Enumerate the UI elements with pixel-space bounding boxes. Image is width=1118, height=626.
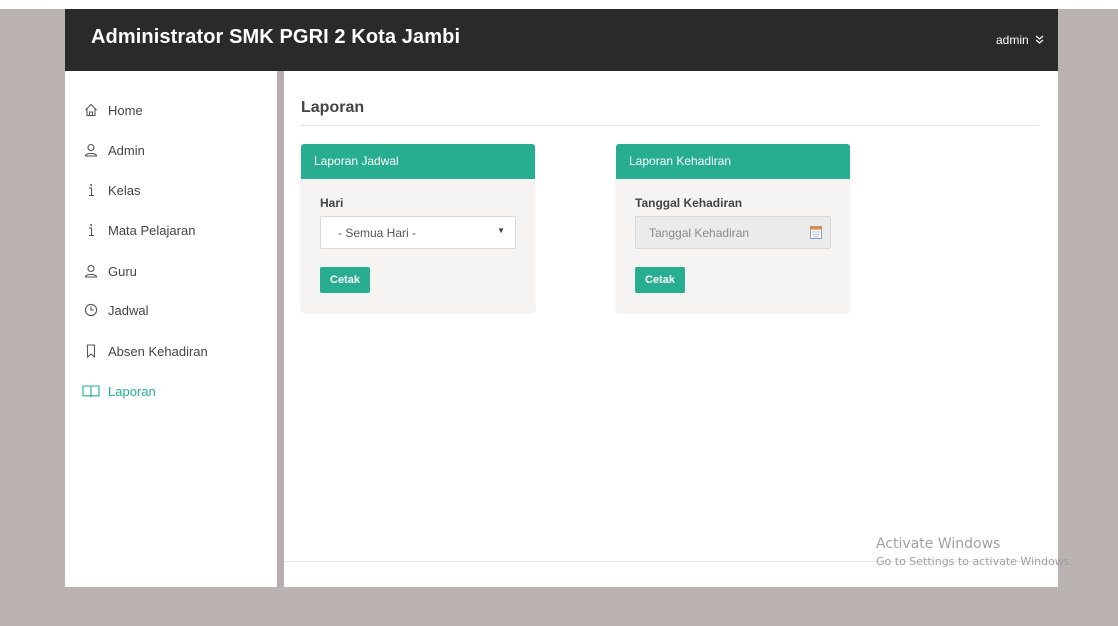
sidebar-item-home[interactable]: Home: [82, 100, 143, 120]
sidebar-divider: [277, 71, 284, 587]
sidebar-item-label: Home: [108, 102, 143, 118]
page-title: Laporan: [301, 99, 365, 116]
user-icon: [82, 263, 100, 279]
sidebar-item-label: Absen Kehadiran: [108, 343, 208, 359]
user-menu[interactable]: admin: [996, 33, 1044, 47]
bookmark-icon: [82, 343, 100, 359]
sidebar-item-label: Admin: [108, 142, 145, 158]
window-top-strip: [0, 0, 1118, 9]
activate-windows-watermark: Activate Windows Go to Settings to activ…: [876, 536, 1073, 568]
sidebar-item-label: Guru: [108, 263, 137, 279]
info-icon: [82, 222, 100, 238]
sidebar: Home Admin Kelas Mata Pelajaran Guru Jad…: [65, 71, 277, 587]
user-name: admin: [995, 33, 1029, 47]
chevron-down-icon: [1035, 35, 1044, 47]
hari-label: Hari: [320, 196, 344, 210]
main-content: Laporan Laporan Jadwal Hari - Semua Hari…: [284, 71, 1058, 587]
sidebar-item-label: Mata Pelajaran: [108, 222, 196, 238]
cetak-jadwal-button[interactable]: Cetak: [320, 267, 370, 293]
sidebar-item-guru[interactable]: Guru: [82, 261, 137, 281]
user-icon: [82, 142, 100, 158]
clock-icon: [82, 302, 100, 318]
watermark-title: Activate Windows: [876, 536, 1001, 552]
app-title: Administrator SMK PGRI 2 Kota Jambi: [91, 26, 461, 48]
sidebar-item-label: Kelas: [108, 182, 141, 198]
calendar-icon[interactable]: [810, 225, 822, 239]
caret-down-icon: ▼: [497, 226, 505, 235]
sidebar-item-jadwal[interactable]: Jadwal: [82, 300, 148, 320]
tanggal-kehadiran-input[interactable]: Tanggal Kehadiran: [635, 216, 831, 249]
tanggal-kehadiran-placeholder: Tanggal Kehadiran: [649, 226, 750, 240]
laporan-kehadiran-panel: Laporan Kehadiran Tanggal Kehadiran Tang…: [616, 144, 850, 312]
sidebar-item-absen-kehadiran[interactable]: Absen Kehadiran: [82, 341, 208, 361]
home-icon: [82, 102, 100, 118]
info-icon: [82, 182, 100, 198]
sidebar-item-admin[interactable]: Admin: [82, 140, 145, 160]
top-navbar: Administrator SMK PGRI 2 Kota Jambi admi…: [65, 9, 1058, 71]
watermark-subtitle: Go to Settings to activate Windows.: [876, 555, 1074, 568]
book-icon: [82, 383, 100, 399]
cetak-kehadiran-button[interactable]: Cetak: [635, 267, 685, 293]
sidebar-item-label: Laporan: [108, 383, 156, 399]
hari-select-value: - Semua Hari -: [338, 226, 417, 240]
hari-select[interactable]: - Semua Hari - ▼: [320, 216, 516, 249]
sidebar-item-mata-pelajaran[interactable]: Mata Pelajaran: [82, 220, 195, 240]
sidebar-item-kelas[interactable]: Kelas: [82, 180, 141, 200]
app-window: Administrator SMK PGRI 2 Kota Jambi admi…: [65, 9, 1058, 587]
tanggal-kehadiran-label: Tanggal Kehadiran: [635, 196, 743, 210]
laporan-jadwal-panel: Laporan Jadwal Hari - Semua Hari - ▼ Cet…: [301, 144, 535, 312]
panel-heading: Laporan Kehadiran: [616, 144, 850, 179]
sidebar-item-laporan[interactable]: Laporan: [82, 381, 156, 401]
panel-heading: Laporan Jadwal: [301, 144, 535, 179]
title-divider: [301, 125, 1039, 126]
sidebar-item-label: Jadwal: [108, 302, 149, 318]
